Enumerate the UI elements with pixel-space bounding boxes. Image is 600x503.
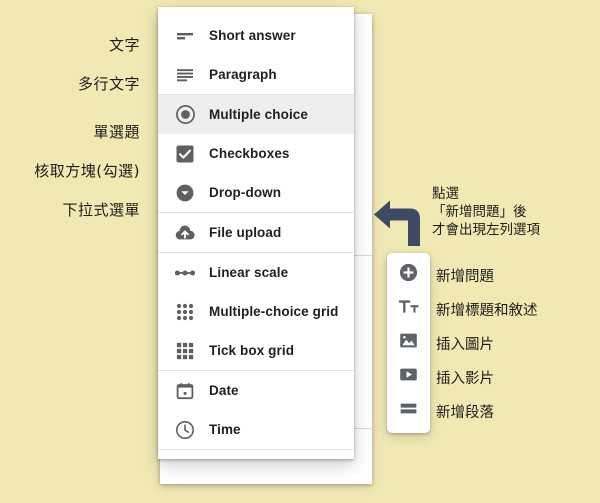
question-type-menu[interactable]: Short answer Paragraph Multiple choice C… <box>158 7 354 459</box>
menu-item-paragraph[interactable]: Paragraph <box>158 55 354 94</box>
checkbox-icon <box>172 141 198 167</box>
insert-image-icon <box>399 331 418 355</box>
toolbar-button-insert-video[interactable] <box>387 360 430 394</box>
menu-group-datetime: Date Time <box>158 371 354 450</box>
left-annotation-text: 文字 <box>108 36 140 54</box>
add-item-toolbar-labels: 新增問題 新增標題和敘述 插入圖片 插入影片 新增段落 <box>436 253 600 428</box>
calendar-icon <box>172 378 198 404</box>
menu-item-checkboxes[interactable]: Checkboxes <box>158 134 354 173</box>
left-annotation-dropdown: 下拉式選單 <box>62 201 140 219</box>
menu-item-label: Checkboxes <box>209 146 290 161</box>
menu-item-label: Short answer <box>209 28 296 43</box>
menu-item-label: Linear scale <box>209 265 289 280</box>
add-section-icon <box>399 399 418 423</box>
short-answer-icon <box>172 23 198 49</box>
menu-item-tick-box-grid[interactable]: Tick box grid <box>158 331 354 370</box>
toolbar-label-add-title-description: 新增標題和敘述 <box>436 302 538 319</box>
callout-line-2: 「新增問題」後 <box>432 204 527 220</box>
menu-group-text: Short answer Paragraph <box>158 16 354 95</box>
toolbar-button-insert-image[interactable] <box>387 326 430 360</box>
menu-group-scale-grid: Linear scale Multiple-choice grid Tick b… <box>158 253 354 371</box>
paragraph-icon <box>172 62 198 88</box>
callout-note: 點選 「新增問題」後 才會出現左列選項 <box>432 185 600 239</box>
menu-item-label: Date <box>209 383 239 398</box>
add-item-toolbar[interactable] <box>387 253 430 433</box>
add-question-icon <box>399 263 418 287</box>
elbow-arrow-left-icon <box>372 192 430 248</box>
menu-item-label: File upload <box>209 225 282 240</box>
insert-video-icon <box>399 365 418 389</box>
toolbar-label-add-section: 新增段落 <box>436 404 494 421</box>
clock-icon <box>172 417 198 443</box>
toolbar-label-insert-image: 插入圖片 <box>436 336 494 353</box>
radio-grid-icon <box>172 299 198 325</box>
callout-line-1: 點選 <box>432 186 459 202</box>
add-title-description-icon <box>398 297 419 321</box>
dropdown-arrow-icon <box>172 180 198 206</box>
linear-scale-icon <box>172 260 198 286</box>
radio-button-icon <box>172 102 198 128</box>
cloud-upload-icon <box>172 220 198 246</box>
menu-top-padding <box>158 7 354 16</box>
checkbox-grid-icon <box>172 338 198 364</box>
toolbar-label-insert-video: 插入影片 <box>436 370 494 387</box>
menu-item-label: Time <box>209 422 241 437</box>
menu-item-multiple-choice-grid[interactable]: Multiple-choice grid <box>158 292 354 331</box>
left-annotation-checkbox: 核取方塊(勾選) <box>34 162 140 180</box>
menu-item-time[interactable]: Time <box>158 410 354 449</box>
left-annotation-paragraph: 多行文字 <box>77 75 140 93</box>
menu-group-choice: Multiple choice Checkboxes Drop-down <box>158 95 354 213</box>
menu-item-linear-scale[interactable]: Linear scale <box>158 253 354 292</box>
menu-item-label: Multiple choice <box>209 107 309 122</box>
menu-item-label: Multiple-choice grid <box>209 304 339 319</box>
toolbar-button-add-title-description[interactable] <box>387 292 430 326</box>
menu-item-label: Paragraph <box>209 67 277 82</box>
menu-item-drop-down[interactable]: Drop-down <box>158 173 354 212</box>
menu-item-label: Drop-down <box>209 185 282 200</box>
menu-bottom-padding <box>158 450 354 459</box>
toolbar-button-add-question[interactable] <box>387 258 430 292</box>
left-annotation-radio: 單選題 <box>93 123 140 141</box>
menu-item-file-upload[interactable]: File upload <box>158 213 354 252</box>
menu-item-date[interactable]: Date <box>158 371 354 410</box>
menu-item-short-answer[interactable]: Short answer <box>158 16 354 55</box>
toolbar-button-add-section[interactable] <box>387 394 430 428</box>
menu-item-label: Tick box grid <box>209 343 295 358</box>
menu-item-multiple-choice[interactable]: Multiple choice <box>158 95 354 134</box>
callout-line-3: 才會出現左列選項 <box>432 222 540 238</box>
menu-group-upload: File upload <box>158 213 354 253</box>
toolbar-label-add-question: 新增問題 <box>436 268 494 285</box>
